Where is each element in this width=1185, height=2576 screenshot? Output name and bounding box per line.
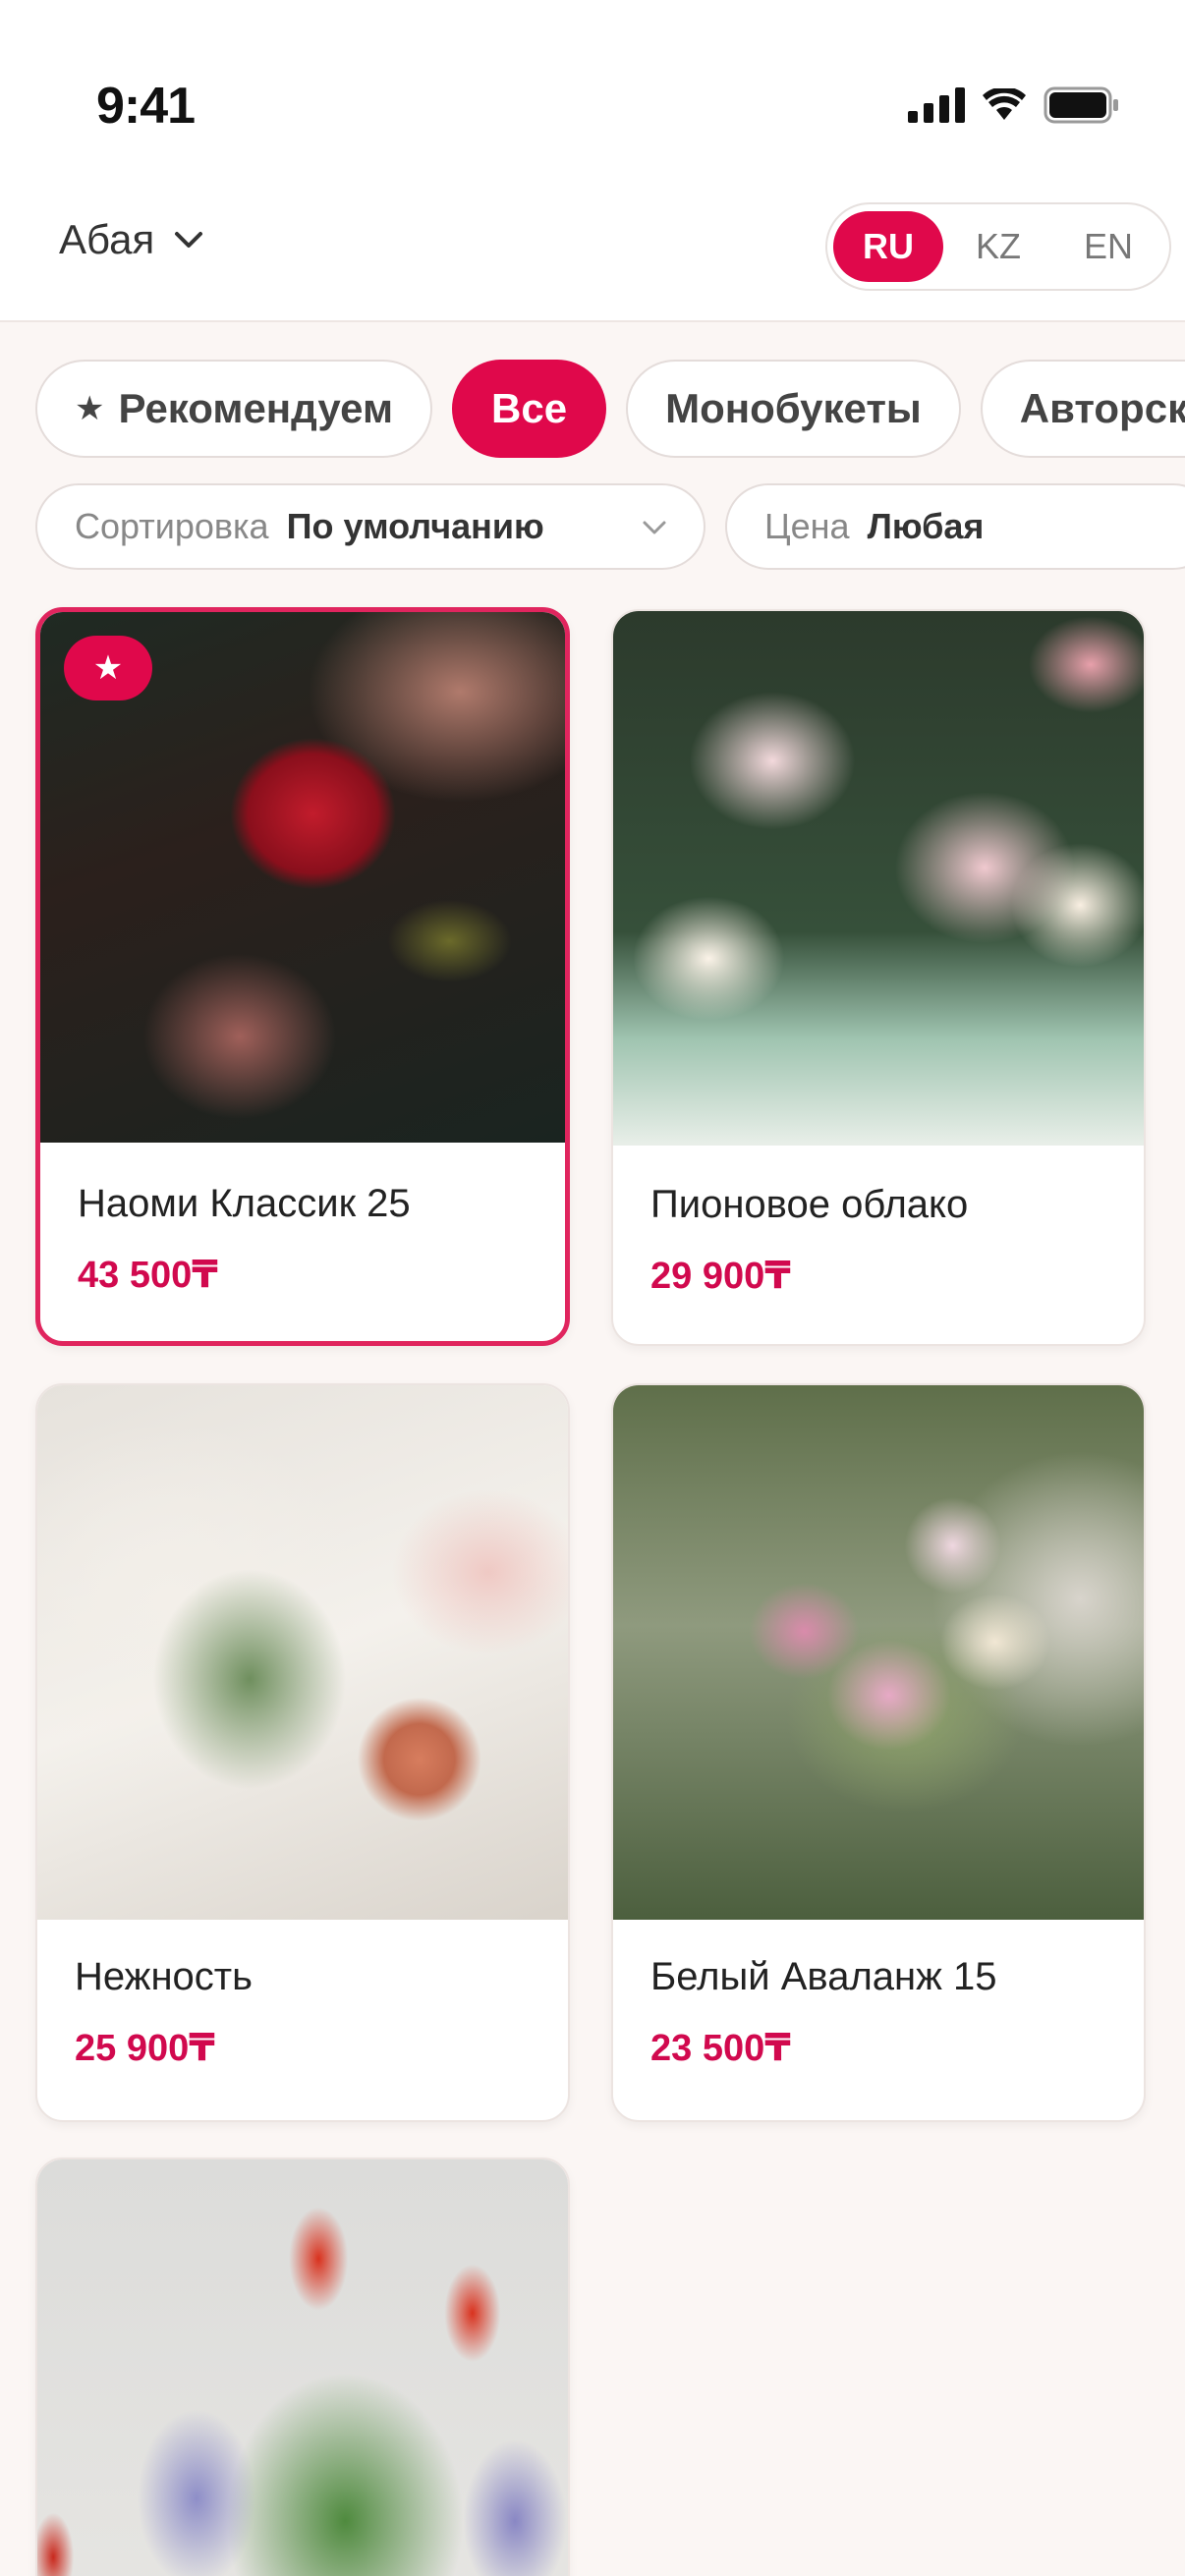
product-price: 23 500₸ [650, 2028, 791, 2069]
catalog-screen: 9:41 Абая RU KZ EN ★ Рекомендуем Все Мон… [0, 0, 1185, 2576]
chevron-down-icon [643, 521, 666, 534]
product-card[interactable]: Белый Аваланж 15 23 500₸ [611, 1383, 1146, 2122]
product-image [613, 1385, 1144, 1920]
lang-ru-button[interactable]: RU [833, 211, 943, 282]
category-label: Монобукеты [665, 385, 922, 431]
wifi-icon [983, 88, 1026, 120]
product-card[interactable]: ★ Наоми Классик 25 43 500₸ [35, 607, 570, 1346]
category-all[interactable]: Все [452, 360, 607, 458]
status-time: 9:41 [96, 78, 196, 135]
product-name: Пионовое облако [650, 1183, 969, 1226]
product-price: 29 900₸ [650, 1256, 791, 1297]
sort-value: По умолчанию [286, 506, 544, 546]
category-tabs: ★ Рекомендуем Все Монобукеты Авторские [35, 360, 1185, 458]
category-mono[interactable]: Монобукеты [626, 360, 961, 458]
product-image [37, 2159, 568, 2576]
lang-en-button[interactable]: EN [1053, 211, 1163, 282]
battery-icon [1044, 86, 1118, 124]
category-label: Авторские [1019, 385, 1185, 431]
category-recommended[interactable]: ★ Рекомендуем [35, 360, 433, 458]
product-name: Нежность [75, 1955, 253, 1998]
category-author[interactable]: Авторские [980, 360, 1185, 458]
product-card[interactable] [35, 2157, 570, 2576]
lang-kz-button[interactable]: KZ [943, 211, 1053, 282]
star-icon: ★ [75, 390, 105, 427]
status-bar: 9:41 [0, 0, 1185, 196]
filter-bar: Сортировка По умолчанию Цена Любая [35, 483, 1185, 570]
product-price: 25 900₸ [75, 2028, 215, 2069]
category-label: Все [491, 385, 568, 431]
product-name: Наоми Классик 25 [78, 1182, 411, 1225]
signal-icon [908, 87, 965, 123]
sort-dropdown[interactable]: Сортировка По умолчанию [35, 483, 705, 570]
product-price: 43 500₸ [78, 1255, 218, 1296]
top-bar: Абая RU KZ EN [0, 196, 1185, 322]
price-value: Любая [867, 506, 985, 546]
star-icon: ★ [92, 649, 124, 687]
product-image [613, 611, 1144, 1146]
language-switcher: RU KZ EN [825, 202, 1171, 291]
price-label: Цена [764, 506, 850, 546]
sort-label: Сортировка [75, 506, 269, 546]
product-card[interactable]: Нежность 25 900₸ [35, 1383, 570, 2122]
category-label: Рекомендуем [118, 385, 394, 431]
price-filter[interactable]: Цена Любая [725, 483, 1185, 570]
recommended-badge: ★ [64, 636, 152, 700]
product-card[interactable]: Пионовое облако 29 900₸ [611, 609, 1146, 1346]
product-name: Белый Аваланж 15 [650, 1955, 997, 1998]
status-icons [908, 86, 1120, 124]
product-image [37, 1385, 568, 1920]
chevron-down-icon [175, 232, 203, 248]
city-label: Абая [59, 216, 155, 262]
city-selector[interactable]: Абая [59, 216, 203, 263]
